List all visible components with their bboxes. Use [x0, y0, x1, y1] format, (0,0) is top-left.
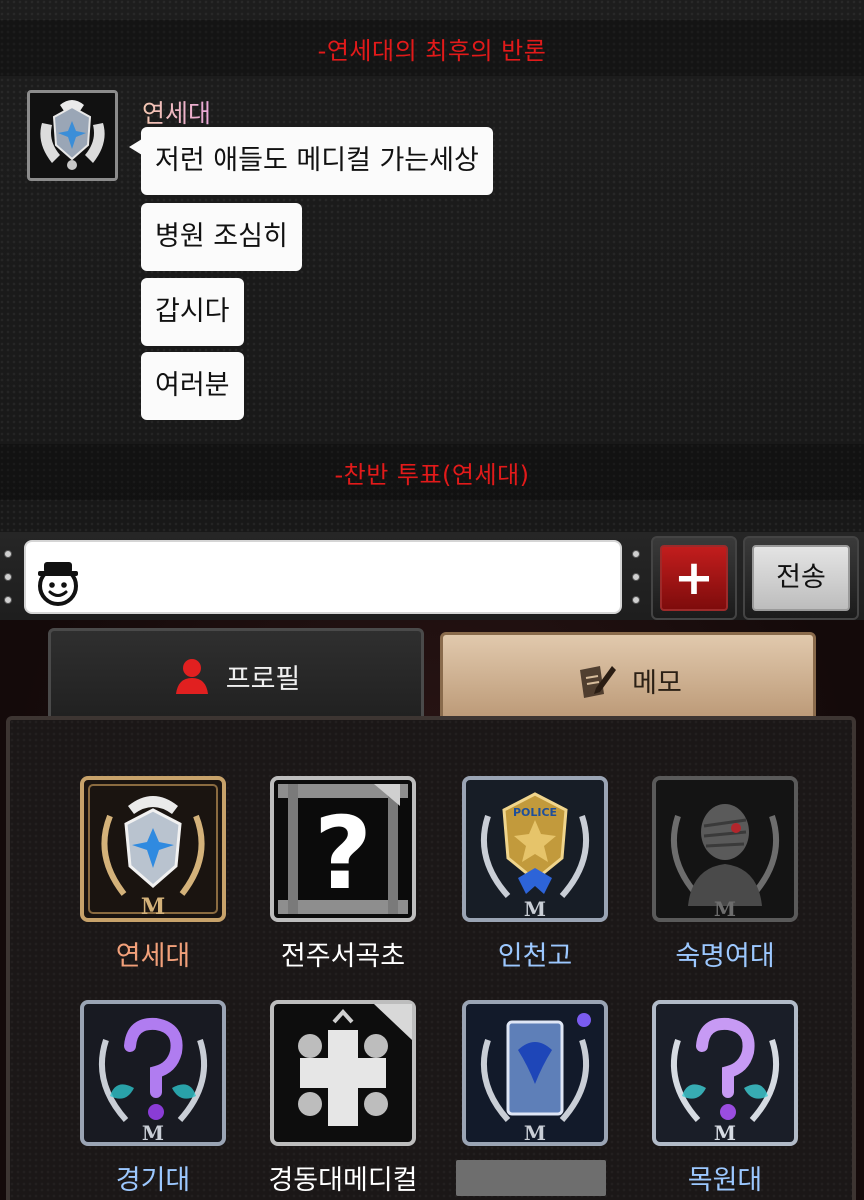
mystery-ghost-icon: M — [80, 1000, 226, 1146]
tab-profile-label: 프로필 — [225, 663, 301, 695]
svg-text:M: M — [524, 1121, 546, 1145]
player-name: 목원대 — [687, 1165, 763, 1196]
player-name: 연세대 — [115, 941, 191, 972]
tab-profile[interactable]: 프로필 — [48, 628, 424, 724]
rivet-decoration — [4, 550, 12, 558]
sender-name: 연세대 — [142, 94, 211, 130]
add-button[interactable]: + — [651, 536, 737, 620]
rivet-decoration — [632, 596, 640, 604]
player-name: 숙명여대 — [675, 941, 775, 972]
chat-message: 저런 애들도 메디컬 가는세상 — [129, 127, 493, 195]
dead-mummy-icon: M — [652, 776, 798, 922]
player-name: 경기대 — [115, 1165, 191, 1196]
chat-input[interactable] — [24, 540, 622, 614]
redacted-name-bar — [456, 1160, 606, 1196]
svg-text:M: M — [142, 1121, 164, 1145]
add-button-label: + — [660, 545, 728, 611]
svg-text:M: M — [141, 894, 165, 920]
player-avatar: POLICE M — [462, 776, 608, 922]
smiley-hat-icon[interactable] — [32, 556, 84, 608]
unknown-jail-icon: ? — [270, 776, 416, 922]
svg-text:POLICE: POLICE — [513, 806, 557, 819]
chat-message: 갑시다 — [141, 278, 244, 346]
send-button-label: 전송 — [752, 545, 850, 611]
send-button[interactable]: 전송 — [743, 536, 859, 620]
player-avatar: M — [462, 1000, 608, 1146]
svg-text:M: M — [714, 897, 736, 921]
player-name: 전주서곡초 — [280, 941, 406, 972]
tab-memo-label: 메모 — [632, 667, 682, 699]
blue-card-icon: M — [462, 1000, 608, 1146]
cross-icon — [270, 1000, 416, 1146]
emblem-icon: M — [80, 776, 226, 922]
tab-memo[interactable]: 메모 — [440, 632, 816, 728]
player-avatar: M — [652, 776, 798, 922]
mystery-ghost-icon: M — [652, 1000, 798, 1146]
system-message-bottom: -찬반 투표(연세대) — [0, 444, 864, 500]
player-avatar: M — [652, 1000, 798, 1146]
player-avatar — [270, 1000, 416, 1146]
chat-message: 여러분 — [141, 352, 244, 420]
sender-avatar[interactable] — [27, 90, 118, 181]
svg-text:M: M — [524, 897, 546, 921]
person-icon — [175, 659, 208, 694]
player-avatar: ? — [270, 776, 416, 922]
player-avatar: M — [80, 776, 226, 922]
player-name: 인천고 — [497, 941, 573, 972]
system-message-top: -연세대의 최후의 반론 — [0, 20, 864, 76]
chat-message: 병원 조심히 — [141, 203, 302, 271]
rivet-decoration — [632, 550, 640, 558]
rivet-decoration — [632, 573, 640, 581]
player-name: 경동대메디컬 — [268, 1165, 418, 1196]
svg-text:M: M — [714, 1121, 736, 1145]
rivet-decoration — [4, 573, 12, 581]
chat-input-bar: + 전송 — [0, 532, 864, 620]
memo-pencil-icon — [580, 666, 617, 698]
player-board: M 연세대 ? 전주서곡초 POLICE M 인천고 M 숙명여대 M 경기대 … — [6, 716, 856, 1200]
police-badge-icon: POLICE M — [462, 776, 608, 922]
rivet-decoration — [4, 596, 12, 604]
chat-area: -연세대의 최후의 반론 연세대 저런 애들도 메디컬 가는세상 병원 조심히 … — [0, 0, 864, 532]
emblem-icon — [30, 93, 115, 178]
svg-text:?: ? — [314, 795, 372, 912]
player-avatar: M — [80, 1000, 226, 1146]
